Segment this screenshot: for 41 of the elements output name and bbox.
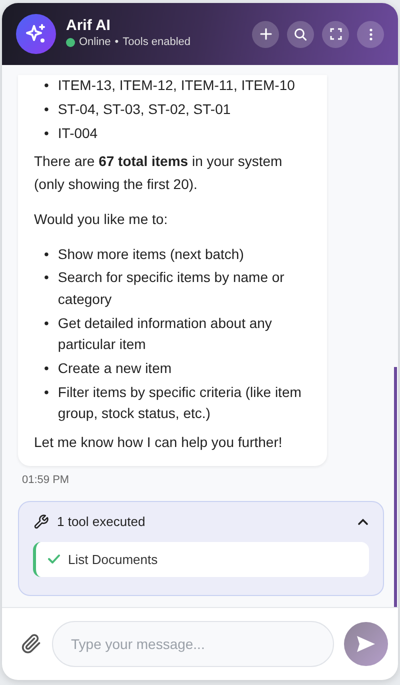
more-menu-button[interactable] xyxy=(357,20,384,48)
list-item: Filter items by specific criteria (like item group, stock status, etc.) xyxy=(58,382,302,424)
message-text: There are 67 total items in your system (only showing the first 20). xyxy=(34,152,284,194)
search-button[interactable] xyxy=(287,20,314,48)
list-item: Search for specific items by name or category xyxy=(58,268,286,309)
tools-status-text: Tools enabled xyxy=(122,35,191,50)
assistant-name: Arif AI xyxy=(66,18,112,34)
list-item: Show more items (next batch) xyxy=(58,244,244,264)
bullet: • xyxy=(44,382,49,402)
new-chat-button[interactable] xyxy=(252,20,279,48)
list-item: Create a new item xyxy=(58,359,172,378)
message-input[interactable]: Type your message... xyxy=(52,621,334,667)
scrollbar-thumb[interactable] xyxy=(394,367,397,607)
bullet: • xyxy=(44,359,49,378)
message-text: Let me know how I can help you further! xyxy=(34,433,284,452)
list-item: ST-04, ST-03, ST-02, ST-01 xyxy=(58,100,231,120)
plus-icon xyxy=(260,28,272,40)
send-icon xyxy=(356,635,376,653)
list-item: IT-004 xyxy=(58,124,98,143)
status-text: Online xyxy=(79,35,111,50)
send-button[interactable] xyxy=(344,622,388,666)
list-item: Get detailed information about any particular item xyxy=(58,314,273,354)
bullet: • xyxy=(44,268,49,288)
fullscreen-button[interactable] xyxy=(322,20,349,48)
bullet: • xyxy=(44,244,49,264)
separator: • xyxy=(114,35,119,50)
message-time: 01:59 PM xyxy=(22,472,70,488)
paperclip-icon[interactable] xyxy=(20,633,42,655)
bullet: • xyxy=(44,314,49,333)
bullet: • xyxy=(44,124,49,143)
message-text: Would you like me to: xyxy=(34,210,169,230)
list-item: ITEM-13, ITEM-12, ITEM-11, ITEM-10 xyxy=(58,76,295,96)
tool-name: List Documents xyxy=(68,550,158,568)
bullet: • xyxy=(44,76,49,96)
bullet: • xyxy=(44,100,49,120)
wrench-icon xyxy=(33,514,49,530)
search-icon xyxy=(294,28,307,40)
tool-summary: 1 tool executed xyxy=(57,513,146,531)
menu-dots-icon xyxy=(368,28,372,40)
collapse-chevron-icon[interactable] xyxy=(357,518,369,526)
expand-icon xyxy=(330,28,342,40)
